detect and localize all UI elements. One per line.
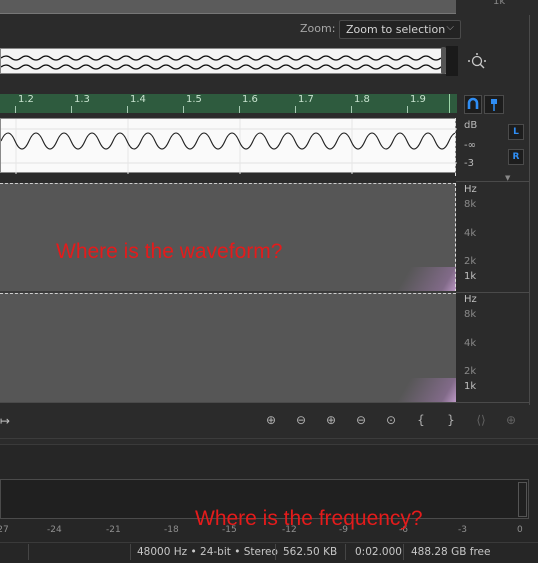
- db-neg-inf: -∞: [464, 140, 476, 151]
- ruler-tick: 1.4: [130, 94, 146, 105]
- ruler-tick: 1.9: [410, 94, 426, 105]
- hz-4k: 4k: [464, 228, 477, 239]
- hz-label: Hz: [464, 184, 477, 195]
- hz-2k: 2k: [464, 256, 477, 267]
- ruler-tick: 1.6: [242, 94, 258, 105]
- zoom-dropdown-value: Zoom to selection: [346, 23, 446, 36]
- meter-tick: -21: [106, 525, 121, 535]
- spectral-energy: [396, 267, 456, 291]
- waveform-question-annotation: Where is the waveform?: [56, 240, 283, 263]
- hz-8k: 8k: [464, 199, 477, 210]
- separator: [0, 402, 530, 403]
- hz-2k: 2k: [464, 366, 477, 377]
- ruler-tick: 1.7: [298, 94, 314, 105]
- zoom-in-amplitude-icon[interactable]: ⊕: [262, 413, 280, 429]
- zoom-in-frequency-icon: ⊕: [505, 413, 517, 427]
- arrow-right-icon[interactable]: ↦: [0, 414, 10, 428]
- chevron-down-icon: ⌵: [446, 22, 454, 33]
- frequency-question-annotation: Where is the frequency?: [195, 507, 423, 530]
- ruler-playhead-marker: [449, 94, 457, 113]
- status-separator: [130, 544, 131, 560]
- meter-tick: 0: [517, 525, 523, 535]
- zoom-selection-icon[interactable]: ⊙: [382, 413, 400, 429]
- meter-tick: -3: [458, 525, 467, 535]
- meter-tick: -18: [164, 525, 179, 535]
- status-free-space: 488.28 GB free: [411, 546, 491, 558]
- status-duration: 0:02.000: [355, 546, 402, 558]
- status-separator: [28, 544, 29, 560]
- waveform-display[interactable]: [0, 118, 457, 174]
- hz-4k: 4k: [464, 338, 477, 349]
- db-label: dB: [464, 120, 478, 131]
- zoom-label: Zoom:: [300, 22, 336, 35]
- zoom-in-point-icon[interactable]: }: [442, 413, 460, 429]
- left-channel-toggle[interactable]: L: [508, 124, 524, 140]
- ruler-tick: 1.3: [74, 94, 90, 105]
- overview-right-edge: [446, 46, 458, 76]
- spectral-display-right[interactable]: [0, 293, 456, 402]
- ruler-tick: 1.2: [18, 94, 34, 105]
- status-separator: [345, 544, 346, 560]
- previous-track-waveform: [0, 0, 456, 14]
- overview-navigator[interactable]: [0, 48, 447, 74]
- overview-scroll-handle[interactable]: [441, 47, 446, 74]
- status-file-size: 562.50 KB: [283, 546, 338, 558]
- spectral-display-left[interactable]: [0, 183, 456, 291]
- meter-tick: -24: [47, 525, 62, 535]
- zoom-in-time-icon[interactable]: ⊕: [322, 413, 340, 429]
- selection-middle-edge: [0, 293, 456, 294]
- hz-1k: 1k: [464, 381, 477, 392]
- zoom-dropdown[interactable]: Zoom to selection ⌵: [339, 20, 461, 39]
- separator: [0, 438, 538, 439]
- marker-pin-icon[interactable]: [484, 95, 504, 114]
- zoom-out-amplitude-icon[interactable]: ⊖: [292, 413, 310, 429]
- peak-indicator: [518, 482, 527, 517]
- panel-right-border: [529, 15, 530, 405]
- db-minus-3: -3: [464, 158, 474, 169]
- status-format: 48000 Hz • 24-bit • Stereo: [137, 546, 278, 558]
- zoom-out-full-icon[interactable]: {: [412, 413, 430, 429]
- top-hz-label: 1k: [493, 0, 506, 7]
- hz-8k: 8k: [464, 309, 477, 320]
- amplitude-scale: dB -∞ -3: [457, 118, 497, 178]
- zoom-in-both-icon: ⟨⟩: [476, 413, 486, 427]
- selection-top-edge: [0, 183, 456, 184]
- status-separator: [403, 544, 404, 560]
- status-separator: [275, 544, 276, 560]
- right-channel-toggle[interactable]: R: [508, 149, 524, 165]
- snap-magnet-icon[interactable]: [464, 95, 482, 114]
- hz-label: Hz: [464, 294, 477, 305]
- ruler-tick: 1.5: [186, 94, 202, 105]
- ruler-tick: 1.8: [354, 94, 370, 105]
- spectral-energy: [396, 378, 456, 402]
- meter-tick: -27: [0, 525, 9, 535]
- frequency-scale-lower: Hz 8k 4k 2k 1k: [458, 293, 530, 402]
- separator: [456, 181, 530, 182]
- time-ruler[interactable]: 1.2 1.3 1.4 1.5 1.6 1.7 1.8 1.9: [0, 94, 456, 113]
- waveform-sine: [1, 119, 457, 174]
- frequency-scale-upper: Hz 8k 4k 2k 1k: [458, 183, 530, 291]
- zoom-out-time-icon[interactable]: ⊖: [352, 413, 370, 429]
- hz-1k: 1k: [464, 271, 477, 282]
- zoom-selection-icon[interactable]: [466, 52, 488, 72]
- overview-waveform: [1, 55, 447, 70]
